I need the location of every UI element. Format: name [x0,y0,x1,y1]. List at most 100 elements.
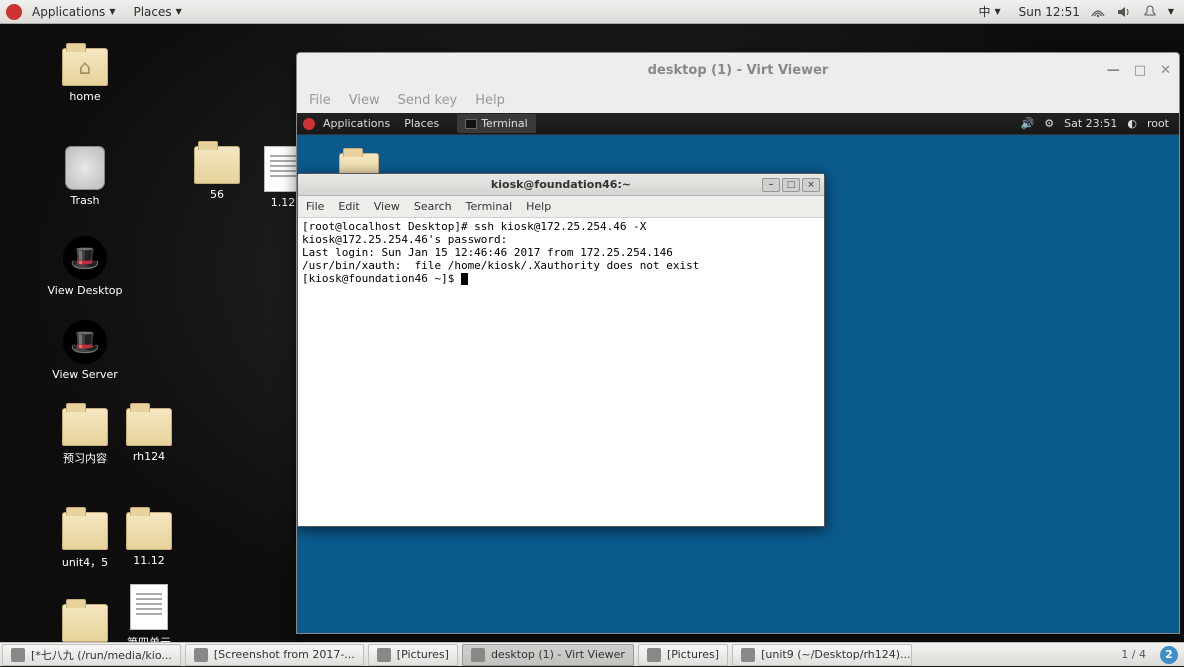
folder-icon [62,512,108,550]
vm-user-label[interactable]: root [1147,117,1169,130]
desktop-icon-view-server[interactable]: 🎩 View Server [50,320,120,381]
cursor [461,273,468,285]
taskbar-button[interactable]: desktop (1) - Virt Viewer [462,644,634,666]
vm-clock[interactable]: Sat 23:51 [1064,117,1117,130]
document-icon [130,584,168,630]
terminal-menu-file[interactable]: File [306,200,324,213]
desktop-icon-folder-yuxi[interactable]: 预习内容 [50,408,120,466]
desktop-icon-folder-56[interactable]: 56 [182,146,252,201]
icon-label: 11.12 [133,554,165,567]
icon-label: 1.12 [271,196,296,209]
icon-label: View Desktop [48,284,123,297]
chevron-down-icon: ▼ [176,7,182,16]
network-icon[interactable] [1090,5,1106,19]
desktop-icon-home[interactable]: home [50,48,120,103]
vm-places-menu[interactable]: Places [398,114,445,133]
places-menu[interactable]: Places ▼ [125,2,189,22]
terminal-maximize-button[interactable]: □ [782,178,800,192]
desktop-icon-folder-11-12[interactable]: 11.12 [114,512,184,567]
taskbar-button[interactable]: [Pictures] [638,644,728,666]
virt-viewer-menubar: File View Send key Help [297,87,1179,113]
redhat-icon: 🎩 [63,320,107,364]
menu-help[interactable]: Help [475,93,505,108]
desktop[interactable]: home Trash 🎩 View Desktop 🎩 View Server 56 1.12… [0,24,1184,642]
vm-applications-menu[interactable]: Applications [317,114,396,133]
terminal-menu-search[interactable]: Search [414,200,452,213]
terminal-minimize-button[interactable]: – [762,178,780,192]
taskbar-button[interactable]: [Screenshot from 2017-... [185,644,364,666]
menu-view[interactable]: View [349,93,380,108]
terminal-menubar: File Edit View Search Terminal Help [298,196,824,218]
desktop-icon-trash[interactable]: Trash [50,146,120,207]
icon-label: Trash [70,194,99,207]
chevron-down-icon: ▼ [994,7,1000,16]
maximize-button[interactable]: □ [1134,63,1146,78]
folder-icon [126,408,172,446]
icon-label: home [69,90,100,103]
folder-icon [62,408,108,446]
vm-volume-icon[interactable]: 🔊 [1021,117,1035,130]
task-label: [Screenshot from 2017-... [214,648,355,661]
virt-viewer-content[interactable]: Applications Places Terminal 🔊 ⚙ Sat 23:… [297,113,1179,633]
applications-menu[interactable]: Applications ▼ [24,2,123,22]
task-label: [*七八九 (/run/media/kio... [31,647,172,663]
window-title: desktop (1) - Virt Viewer [648,63,829,78]
task-label: [Pictures] [667,648,719,661]
redhat-icon: 🎩 [63,236,107,280]
ime-indicator[interactable]: 中 ▼ [970,0,1008,23]
icon-label: 预习内容 [63,450,107,466]
desktop-icon-folder-unit45[interactable]: unit4，5 [50,512,120,570]
top-panel: Applications ▼ Places ▼ 中 ▼ Sun 12:51 ▼ [0,0,1184,24]
menu-sendkey[interactable]: Send key [398,93,458,108]
folder-icon [194,146,240,184]
vm-user-icon: ◐ [1127,117,1137,130]
vm-task-terminal[interactable]: Terminal [457,114,536,133]
terminal-titlebar[interactable]: kiosk@foundation46:~ – □ × [298,174,824,196]
app-icon [377,648,391,662]
close-button[interactable]: ✕ [1160,63,1171,78]
virt-viewer-titlebar[interactable]: desktop (1) - Virt Viewer — □ ✕ [297,53,1179,87]
icon-label: View Server [52,368,118,381]
terminal-icon [465,119,477,129]
task-label: [unit9 (~/Desktop/rh124)... [761,648,910,661]
folder-icon [62,48,108,86]
task-label: desktop (1) - Virt Viewer [491,648,625,661]
desktop-icon-file-disidanyuan[interactable]: 第四单元 [114,584,184,650]
terminal-menu-view[interactable]: View [374,200,400,213]
taskbar-button[interactable]: [unit9 (~/Desktop/rh124)... [732,644,912,666]
app-icon [194,648,208,662]
folder-icon [126,512,172,550]
clock[interactable]: Sun 12:51 [1019,5,1080,19]
icon-label: unit4，5 [62,554,108,570]
bottom-panel: [*七八九 (/run/media/kio... [Screenshot from… [0,642,1184,666]
terminal-content[interactable]: [root@localhost Desktop]# ssh kiosk@172.… [298,218,824,526]
desktop-icon-view-desktop[interactable]: 🎩 View Desktop [50,236,120,297]
distro-logo-icon [303,118,315,130]
icon-label: rh124 [133,450,165,463]
terminal-menu-edit[interactable]: Edit [338,200,359,213]
vm-desktop[interactable]: kiosk@foundation46:~ – □ × File Edit Vie… [297,135,1179,633]
app-icon [11,648,25,662]
chevron-down-icon: ▼ [109,7,115,16]
app-icon [741,648,755,662]
terminal-close-button[interactable]: × [802,178,820,192]
taskbar-button[interactable]: [*七八九 (/run/media/kio... [2,644,181,666]
distro-logo-icon [6,4,22,20]
menu-file[interactable]: File [309,93,331,108]
notification-icon[interactable] [1142,5,1158,19]
volume-icon[interactable] [1116,5,1132,19]
task-label: [Pictures] [397,648,449,661]
workspace-pager[interactable]: 1 / 4 [1113,648,1154,661]
virt-viewer-window[interactable]: desktop (1) - Virt Viewer — □ ✕ File Vie… [296,52,1180,634]
folder-icon [62,604,108,642]
terminal-menu-help[interactable]: Help [526,200,551,213]
minimize-button[interactable]: — [1107,63,1120,78]
app-icon [471,648,485,662]
notification-badge[interactable]: 2 [1160,646,1178,664]
terminal-menu-terminal[interactable]: Terminal [466,200,513,213]
terminal-window[interactable]: kiosk@foundation46:~ – □ × File Edit Vie… [297,173,825,527]
taskbar-button[interactable]: [Pictures] [368,644,458,666]
chevron-down-icon: ▼ [1168,7,1174,16]
vm-network-icon[interactable]: ⚙ [1044,117,1054,130]
desktop-icon-folder-rh124[interactable]: rh124 [114,408,184,463]
